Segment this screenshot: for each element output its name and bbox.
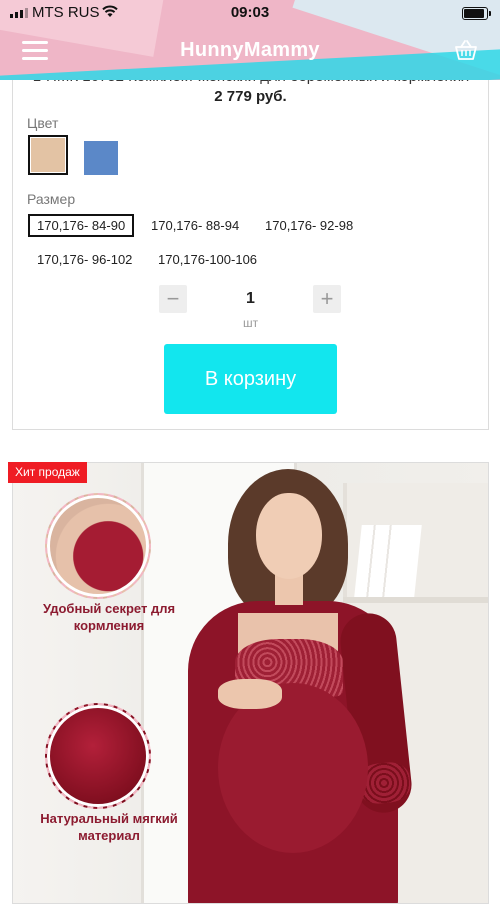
cart-icon[interactable]	[454, 38, 478, 62]
quantity-value: 1	[246, 290, 255, 307]
product-card: 1-НМК 16752 Комплект женский для беремен…	[12, 68, 489, 430]
nav-bar: HunnyMammy	[0, 30, 500, 74]
size-option-84-90[interactable]: 170,176- 84-90	[28, 214, 135, 237]
color-label: Цвет	[27, 115, 59, 131]
product-price: 2 779 руб.	[214, 88, 287, 105]
add-to-cart-button[interactable]: В корзину	[164, 344, 337, 414]
color-swatch-blue[interactable]	[84, 141, 118, 175]
battery-icon	[462, 7, 491, 20]
feature-caption-nursing: Удобный секрет для кормления	[42, 601, 176, 633]
color-swatch-beige[interactable]	[31, 138, 65, 172]
quantity-unit: шт	[242, 316, 259, 330]
feature-image-fabric	[45, 703, 151, 809]
promo-product-image[interactable]: Удобный секрет для кормления Натуральный…	[12, 462, 489, 904]
app-header: MTS RUS 09:03 HunnyMammy	[0, 0, 500, 80]
brand-title: HunnyMammy	[180, 39, 320, 61]
status-bar: MTS RUS 09:03	[0, 0, 500, 26]
size-option-96-102[interactable]: 170,176- 96-102	[37, 252, 132, 267]
bestseller-badge: Хит продаж	[8, 462, 87, 483]
clock: 09:03	[230, 4, 270, 21]
model-face	[256, 493, 322, 579]
feature-caption-fabric: Натуральный мягкий материал	[40, 811, 178, 843]
size-option-88-94[interactable]: 170,176- 88-94	[151, 218, 239, 233]
size-option-100-106[interactable]: 170,176-100-106	[158, 252, 257, 267]
feature-image-nursing	[45, 493, 151, 599]
background-books	[354, 525, 422, 597]
size-label: Размер	[27, 191, 76, 207]
size-option-92-98[interactable]: 170,176- 92-98	[265, 218, 353, 233]
quantity-plus-button[interactable]: +	[313, 285, 341, 313]
